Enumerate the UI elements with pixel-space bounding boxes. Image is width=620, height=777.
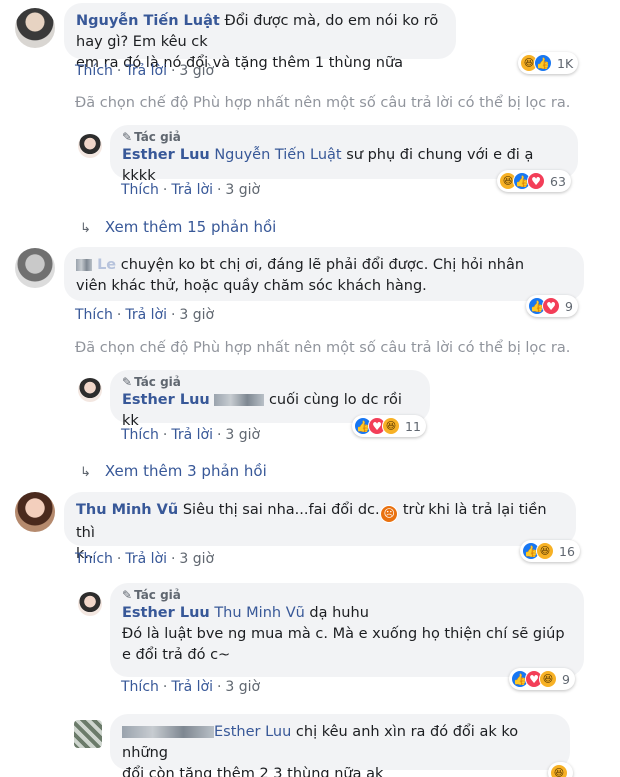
like-icon: 👍	[534, 54, 552, 72]
author-badge: ✎ Tác giả	[122, 130, 181, 144]
haha-icon: 😆	[536, 542, 554, 560]
view-more-replies[interactable]: ↳ Xem thêm 15 phản hồi	[80, 218, 276, 236]
like-link[interactable]: Thích	[121, 679, 159, 695]
reply-time[interactable]: 3 giờ	[225, 182, 260, 198]
reply-actions: Thích · Trả lời · 3 giờ	[121, 182, 261, 198]
reaction-summary[interactable]: 😆 👍 ♥ 63	[497, 170, 571, 192]
reply-avatar[interactable]	[78, 378, 102, 402]
commenter-name[interactable]: Nguyễn Tiến Luật	[76, 13, 220, 29]
reaction-count: 11	[405, 418, 421, 434]
reaction-summary[interactable]: 👍 😆 16	[520, 540, 580, 562]
reply-avatar-redacted[interactable]	[74, 720, 102, 748]
love-icon: ♥	[527, 172, 545, 190]
reply-text: e đổi trả đó c~	[122, 647, 231, 663]
angry-emoji-icon: ☹	[380, 504, 399, 523]
comment-avatar[interactable]	[15, 248, 55, 288]
filter-notice: Đã chọn chế độ Phù hợp nhất nên một số c…	[75, 340, 571, 356]
comment-avatar[interactable]	[15, 492, 55, 532]
reaction-summary[interactable]: 😆	[548, 762, 573, 777]
love-icon: ♥	[542, 297, 560, 315]
reply-text: dạ huhu	[309, 605, 369, 621]
pencil-icon: ✎	[122, 588, 133, 602]
comment-actions: Thích · Trả lời · 3 giờ	[75, 307, 215, 323]
reply-arrow-icon: ↳	[80, 221, 91, 236]
haha-icon: 😆	[550, 764, 568, 777]
comment-bubble: Le chuyện ko bt chị ơi, đáng lẽ phải đổi…	[64, 247, 584, 301]
like-link[interactable]: Thích	[75, 63, 113, 79]
comment-text: chuyện ko bt chị ơi, đáng lẽ phải đổi đư…	[120, 257, 525, 273]
comment-bubble: Nguyễn Tiến Luật Đổi được mà, do em nói …	[64, 3, 456, 71]
comment-avatar[interactable]	[15, 8, 55, 48]
reply-link[interactable]: Trả lời	[125, 307, 167, 323]
reply-link[interactable]: Trả lời	[171, 427, 213, 443]
like-link[interactable]: Thích	[121, 427, 159, 443]
author-badge: ✎ Tác giả	[122, 375, 181, 389]
reply-author-name[interactable]: Esther Luu	[122, 392, 210, 408]
commenter-name-redacted[interactable]	[122, 726, 214, 738]
reply-bubble: Esther Luu chị kêu anh xìn ra đó đổi ak …	[110, 714, 570, 777]
reaction-summary[interactable]: 😆 👍 1K	[518, 52, 579, 74]
reply-actions: Thích · Trả lời · 3 giờ	[121, 427, 261, 443]
haha-icon: 😆	[382, 417, 400, 435]
reply-link[interactable]: Trả lời	[125, 63, 167, 79]
tagged-user-redacted[interactable]	[214, 394, 265, 406]
commenter-name-redacted[interactable]: Le	[76, 257, 116, 273]
comment-text: Siêu thị sai nha...fai đổi dc.	[182, 502, 380, 518]
reply-time[interactable]: 3 giờ	[225, 427, 260, 443]
reply-author-name[interactable]: Esther Luu	[122, 147, 210, 163]
reply-bubble: ✎ Tác giả Esther Luu Thu Minh Vũ dạ huhu …	[110, 583, 584, 677]
view-more-replies[interactable]: ↳ Xem thêm 3 phản hồi	[80, 462, 267, 480]
reply-text: đổi còn tặng thêm 2 3 thùng nữa ak	[122, 766, 384, 777]
reaction-summary[interactable]: 👍 ♥ 9	[526, 295, 578, 317]
comment-text: viên khác thử, hoặc quầy chăm sóc khách …	[76, 278, 427, 294]
comment-actions: Thích · Trả lời · 3 giờ	[75, 551, 215, 567]
reply-link[interactable]: Trả lời	[171, 182, 213, 198]
reaction-count: 9	[562, 671, 570, 687]
reply-link[interactable]: Trả lời	[171, 679, 213, 695]
reply-author-name[interactable]: Esther Luu	[122, 605, 210, 621]
reaction-count: 16	[559, 543, 575, 559]
comment-time[interactable]: 3 giờ	[179, 551, 214, 567]
pencil-icon: ✎	[122, 375, 133, 389]
author-badge: ✎ Tác giả	[122, 588, 181, 602]
reaction-summary[interactable]: 👍 ♥ 😆 11	[352, 415, 426, 437]
haha-icon: 😆	[539, 670, 557, 688]
reply-arrow-icon: ↳	[80, 465, 91, 480]
commenter-name[interactable]: Thu Minh Vũ	[76, 502, 178, 518]
comment-time[interactable]: 3 giờ	[179, 63, 214, 79]
reply-text: Đó là luật bve ng mua mà c. Mà e xuống h…	[122, 626, 565, 642]
reply-avatar[interactable]	[78, 134, 102, 158]
like-link[interactable]: Thích	[75, 551, 113, 567]
reaction-count: 9	[565, 298, 573, 314]
like-link[interactable]: Thích	[121, 182, 159, 198]
filter-notice: Đã chọn chế độ Phù hợp nhất nên một số c…	[75, 95, 571, 111]
reaction-count: 1K	[557, 55, 574, 71]
tagged-user[interactable]: Nguyễn Tiến Luật	[214, 147, 341, 163]
pencil-icon: ✎	[122, 130, 133, 144]
reaction-count: 63	[550, 173, 566, 189]
reply-actions: Thích · Trả lời · 3 giờ	[121, 679, 261, 695]
reply-link[interactable]: Trả lời	[125, 551, 167, 567]
comment-time[interactable]: 3 giờ	[179, 307, 214, 323]
tagged-user[interactable]: Esther Luu	[214, 724, 291, 740]
tagged-user[interactable]: Thu Minh Vũ	[214, 605, 304, 621]
reply-avatar[interactable]	[78, 592, 102, 616]
like-link[interactable]: Thích	[75, 307, 113, 323]
reply-time[interactable]: 3 giờ	[225, 679, 260, 695]
reaction-summary[interactable]: 👍 ♥ 😆 9	[509, 668, 575, 690]
comment-bubble: Thu Minh Vũ Siêu thị sai nha...fai đổi d…	[64, 492, 576, 562]
comment-actions: Thích · Trả lời · 3 giờ	[75, 63, 215, 79]
